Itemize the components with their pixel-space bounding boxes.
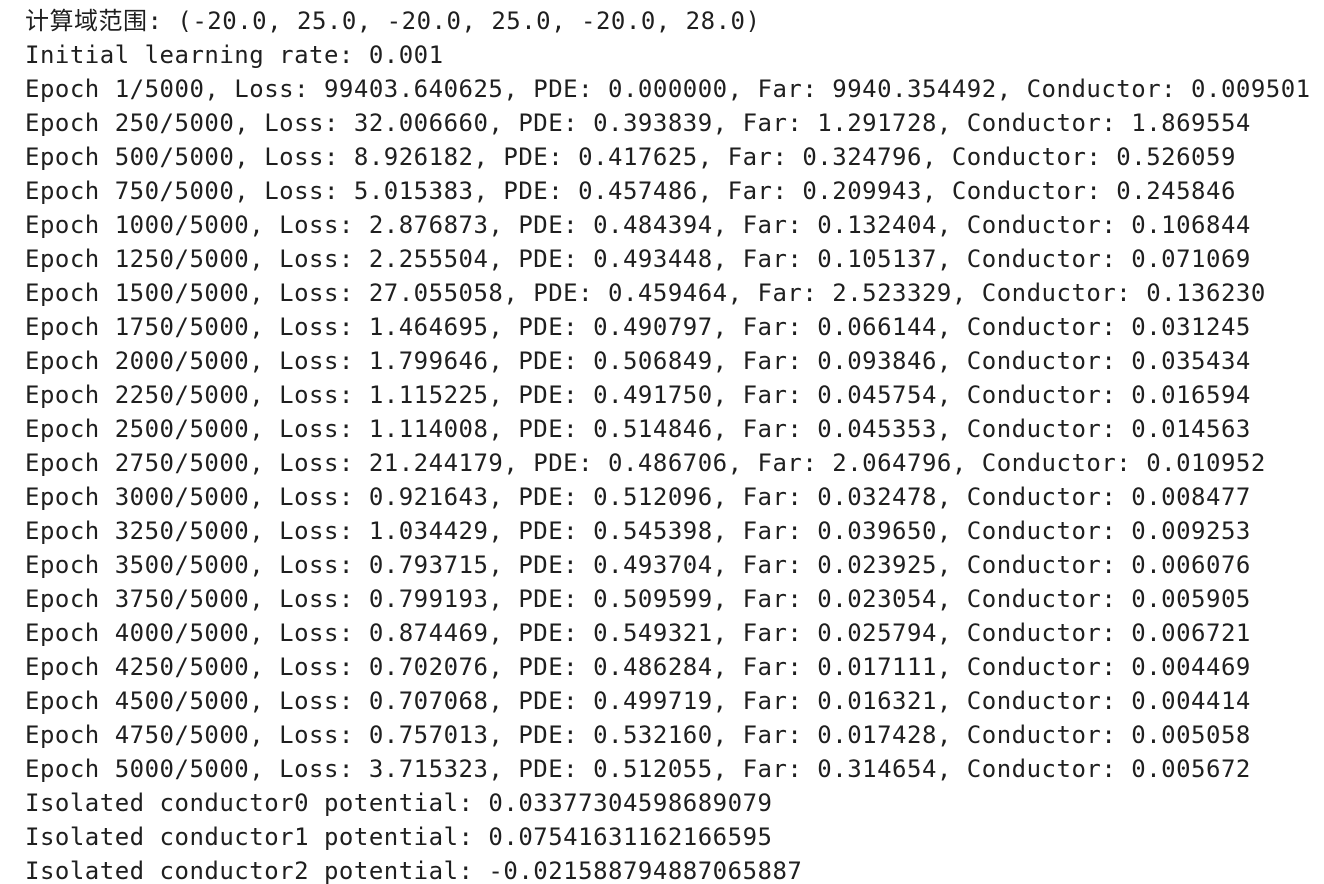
console-output: 计算域范围: (-20.0, 25.0, -20.0, 25.0, -20.0,… bbox=[0, 0, 1324, 884]
epoch-log-line: Epoch 4750/5000, Loss: 0.757013, PDE: 0.… bbox=[25, 721, 1251, 749]
epoch-log-line: Epoch 1250/5000, Loss: 2.255504, PDE: 0.… bbox=[25, 245, 1251, 273]
epoch-log-line: Epoch 1750/5000, Loss: 1.464695, PDE: 0.… bbox=[25, 313, 1251, 341]
epoch-log-line: Epoch 750/5000, Loss: 5.015383, PDE: 0.4… bbox=[25, 177, 1236, 205]
domain-range-line: 计算域范围: (-20.0, 25.0, -20.0, 25.0, -20.0,… bbox=[25, 7, 761, 35]
epoch-log-line: Epoch 500/5000, Loss: 8.926182, PDE: 0.4… bbox=[25, 143, 1236, 171]
epoch-log-line: Epoch 4500/5000, Loss: 0.707068, PDE: 0.… bbox=[25, 687, 1251, 715]
epoch-log-line: Epoch 250/5000, Loss: 32.006660, PDE: 0.… bbox=[25, 109, 1251, 137]
epoch-log-line: Epoch 5000/5000, Loss: 3.715323, PDE: 0.… bbox=[25, 755, 1251, 783]
epoch-log-line: Epoch 4000/5000, Loss: 0.874469, PDE: 0.… bbox=[25, 619, 1251, 647]
epoch-log-line: Epoch 4250/5000, Loss: 0.702076, PDE: 0.… bbox=[25, 653, 1251, 681]
conductor-potential-line: Isolated conductor2 potential: -0.021588… bbox=[25, 857, 803, 884]
conductor-potential-line: Isolated conductor1 potential: 0.0754163… bbox=[25, 823, 773, 851]
epoch-log-line: Epoch 2000/5000, Loss: 1.799646, PDE: 0.… bbox=[25, 347, 1251, 375]
conductor-potential-line: Isolated conductor0 potential: 0.0337730… bbox=[25, 789, 773, 817]
epoch-log-line: Epoch 3500/5000, Loss: 0.793715, PDE: 0.… bbox=[25, 551, 1251, 579]
epoch-log-line: Epoch 2500/5000, Loss: 1.114008, PDE: 0.… bbox=[25, 415, 1251, 443]
epoch-log-line: Epoch 3000/5000, Loss: 0.921643, PDE: 0.… bbox=[25, 483, 1251, 511]
epoch-log-line: Epoch 3250/5000, Loss: 1.034429, PDE: 0.… bbox=[25, 517, 1251, 545]
epoch-log-line: Epoch 1/5000, Loss: 99403.640625, PDE: 0… bbox=[25, 75, 1311, 103]
epoch-log-line: Epoch 1000/5000, Loss: 2.876873, PDE: 0.… bbox=[25, 211, 1251, 239]
epoch-log-line: Epoch 3750/5000, Loss: 0.799193, PDE: 0.… bbox=[25, 585, 1251, 613]
epoch-log-line: Epoch 2250/5000, Loss: 1.115225, PDE: 0.… bbox=[25, 381, 1251, 409]
epoch-log-line: Epoch 2750/5000, Loss: 21.244179, PDE: 0… bbox=[25, 449, 1266, 477]
epoch-log-line: Epoch 1500/5000, Loss: 27.055058, PDE: 0… bbox=[25, 279, 1266, 307]
learning-rate-line: Initial learning rate: 0.001 bbox=[25, 41, 444, 69]
